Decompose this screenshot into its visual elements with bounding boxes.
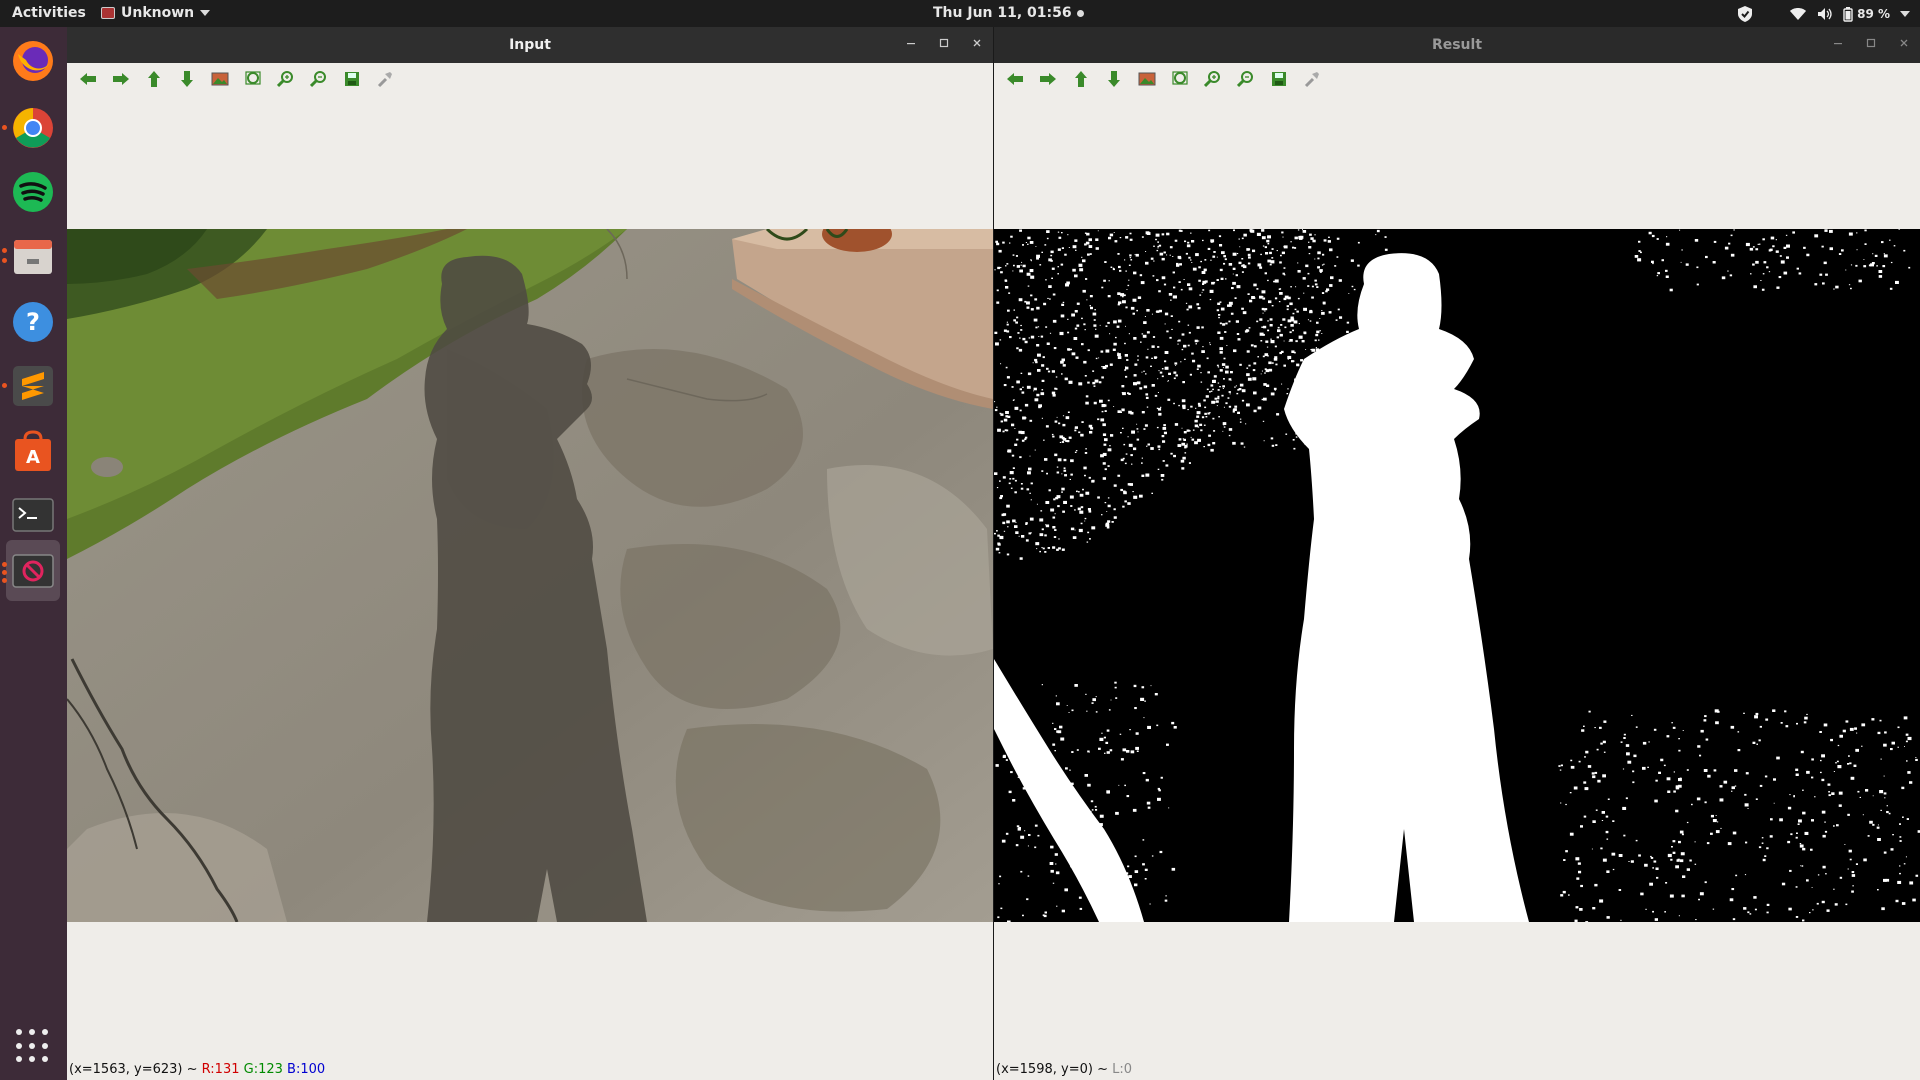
toolbar [75,67,398,91]
wifi-icon [1790,8,1807,20]
zoom-in-icon[interactable] [1200,67,1226,91]
arrow-right-icon[interactable] [1035,67,1061,91]
close-icon[interactable] [971,36,983,50]
shield-icon [1738,6,1753,22]
arrow-right-icon[interactable] [108,67,134,91]
battery-percent: 89 % [1857,7,1890,21]
status-bar: (x=1563, y=623) ~ R:131 G:123 B:100 [69,1062,325,1077]
input-image[interactable] [67,229,993,922]
app-name: Unknown [121,5,195,21]
help-icon: ? [13,302,53,342]
arrow-down-icon[interactable] [1101,67,1127,91]
files-icon [14,240,52,274]
input-window: Input (x=1563, y=623) ~ R:131 G:123 B:10… [67,27,993,1080]
dock-help[interactable]: ? [6,295,60,349]
image-icon[interactable] [1134,67,1160,91]
dock-software[interactable]: A [6,424,60,478]
spotify-icon [13,172,53,212]
sublime-text-icon [13,366,53,406]
arrow-left-icon[interactable] [1002,67,1028,91]
result-mask-image[interactable] [994,229,1920,922]
status-luminance: L:0 [1112,1062,1133,1077]
properties-icon[interactable] [372,67,398,91]
properties-icon[interactable] [1299,67,1325,91]
show-applications-button[interactable] [16,1029,50,1063]
zoom-in-icon[interactable] [273,67,299,91]
dock-sublime[interactable] [2,359,60,413]
status-blue: B:100 [287,1062,326,1077]
dock-terminal[interactable] [6,488,60,542]
arrow-down-icon[interactable] [174,67,200,91]
chrome-icon [13,108,53,148]
system-tray[interactable]: 89 % [1737,5,1910,23]
app-menu[interactable]: Unknown [101,5,211,21]
close-icon[interactable] [1898,36,1910,50]
app-icon [101,7,115,19]
minimize-icon[interactable] [905,36,917,50]
toolbar [1002,67,1325,91]
status-bar: (x=1598, y=0) ~ L:0 [996,1062,1132,1077]
status-green: G:123 [243,1062,283,1077]
dock-opencv[interactable] [2,540,60,601]
software-center-icon: A [15,430,51,471]
status-coords: (x=1563, y=623) ~ [69,1062,198,1077]
top-bar: Activities Unknown Thu Jun 11, 01:56 89 … [0,0,1920,27]
opencv-window-icon [12,553,54,588]
svg-text:?: ? [26,308,40,336]
dock-spotify[interactable] [6,165,60,219]
battery-icon [1843,6,1853,22]
status-coords: (x=1598, y=0) ~ [996,1062,1108,1077]
notification-dot-icon [1076,9,1084,17]
chevron-down-icon [200,10,211,16]
clock[interactable]: Thu Jun 11, 01:56 [933,5,1084,21]
status-red: R:131 [201,1062,240,1077]
dock-firefox[interactable] [6,34,60,88]
firefox-icon [13,41,53,81]
window-titlebar[interactable]: Input [67,27,993,63]
svg-text:A: A [26,447,40,468]
image-icon[interactable] [207,67,233,91]
activities-button[interactable]: Activities [12,5,86,21]
maximize-icon[interactable] [1865,36,1877,50]
clock-text: Thu Jun 11, 01:56 [933,5,1072,21]
arrow-left-icon[interactable] [75,67,101,91]
zoom-fit-icon[interactable] [1167,67,1193,91]
volume-icon [1818,8,1832,20]
arrow-up-icon[interactable] [1068,67,1094,91]
zoom-out-icon[interactable] [1233,67,1259,91]
zoom-fit-icon[interactable] [240,67,266,91]
maximize-icon[interactable] [938,36,950,50]
terminal-icon [12,498,54,532]
save-icon[interactable] [339,67,365,91]
dock: ? A [0,27,67,1080]
window-title: Result [1431,37,1483,53]
dock-files[interactable] [2,230,60,284]
window-titlebar[interactable]: Result [994,27,1920,63]
result-window: Result (x=1598, y=0) ~ L:0 [994,27,1920,1080]
dock-chrome[interactable] [2,101,60,155]
zoom-out-icon[interactable] [306,67,332,91]
window-title: Input [509,37,551,53]
arrow-up-icon[interactable] [141,67,167,91]
chevron-down-icon [1900,11,1910,17]
save-icon[interactable] [1266,67,1292,91]
minimize-icon[interactable] [1832,36,1844,50]
